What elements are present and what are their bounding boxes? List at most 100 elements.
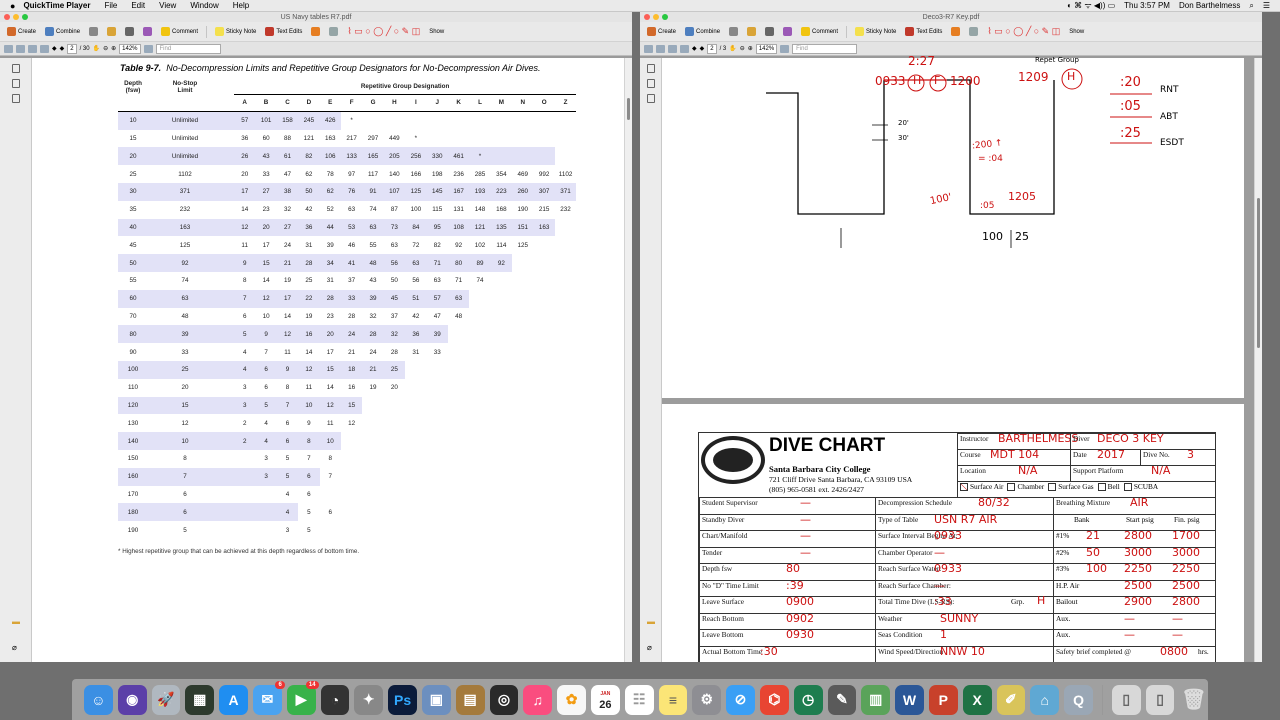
zoom-out-icon[interactable]: ⊖ bbox=[740, 45, 745, 52]
mid-field-5[interactable]: Reach Surface Chamber: — bbox=[875, 579, 1053, 596]
comment-button[interactable]: Comment bbox=[158, 26, 201, 37]
music-icon[interactable]: ♫ bbox=[523, 684, 553, 715]
document-stack-icon[interactable]: ▯ bbox=[1111, 684, 1141, 715]
keynote-icon[interactable]: ⌂ bbox=[1030, 684, 1060, 715]
left-field-4[interactable]: Depth fsw 80 bbox=[699, 562, 875, 580]
text-edits-button[interactable]: Text Edits bbox=[902, 26, 945, 37]
pencil-app-icon[interactable]: ✐ bbox=[996, 684, 1026, 715]
page-number-field[interactable]: 2 bbox=[707, 43, 717, 54]
numbers-icon[interactable]: ▥ bbox=[861, 684, 891, 715]
left-field-8[interactable]: Leave Bottom 0930 bbox=[699, 628, 875, 646]
launchpad-icon[interactable]: 🚀 bbox=[151, 684, 181, 715]
bookmarks-icon[interactable] bbox=[11, 79, 20, 88]
prev-page-icon[interactable]: ◆ bbox=[52, 45, 57, 52]
mid-field-0[interactable]: Decompression Schedule 80/32 bbox=[875, 496, 1053, 514]
open-icon[interactable] bbox=[644, 44, 653, 53]
menubar-user[interactable]: Don Barthelmess bbox=[1179, 1, 1240, 10]
lock-button[interactable] bbox=[104, 26, 119, 37]
email-icon[interactable] bbox=[40, 44, 49, 53]
zoom-field[interactable]: 142% bbox=[755, 43, 778, 54]
dashboard-icon[interactable]: ◔ bbox=[320, 684, 350, 715]
sticky-note-button[interactable]: Sticky Note bbox=[212, 26, 259, 37]
print-icon[interactable] bbox=[16, 44, 25, 53]
support-platform-field[interactable]: Support Platform N/A bbox=[1070, 464, 1216, 481]
zoom-in-icon[interactable]: ⊕ bbox=[748, 45, 753, 52]
signatures-icon[interactable] bbox=[646, 94, 655, 103]
right-scrollbar[interactable] bbox=[1254, 58, 1262, 662]
script-editor-icon[interactable]: ✎ bbox=[827, 684, 857, 715]
comments-icon[interactable]: ▬ bbox=[647, 617, 655, 626]
draw-button[interactable] bbox=[966, 26, 981, 37]
menu-help[interactable]: Help bbox=[233, 1, 249, 10]
safety-brief-field[interactable]: Safety brief completed @0800 hrs. bbox=[1053, 645, 1216, 662]
contacts-icon[interactable]: ▤ bbox=[455, 684, 485, 715]
combine-button[interactable]: Combine bbox=[682, 26, 723, 37]
stamp-button[interactable] bbox=[308, 26, 323, 37]
bookmarks-icon[interactable] bbox=[646, 79, 655, 88]
page-number-field[interactable]: 2 bbox=[67, 43, 77, 54]
bank-row[interactable]: Aux. — — bbox=[1053, 612, 1216, 629]
siri-icon[interactable]: ◉ bbox=[117, 684, 147, 715]
menu-app-name[interactable]: QuickTime Player bbox=[23, 1, 90, 10]
pages-icon[interactable] bbox=[11, 64, 20, 73]
left-document-area[interactable]: Table 9-7. No-Decompression Limits and R… bbox=[32, 58, 632, 662]
bank-row[interactable]: Bailout 2900 2800 bbox=[1053, 595, 1216, 613]
print-icon[interactable] bbox=[656, 44, 665, 53]
bank-row[interactable]: H.P. Air 2500 2500 bbox=[1053, 579, 1216, 596]
find-input[interactable]: Find bbox=[155, 43, 221, 54]
menu-window[interactable]: Window bbox=[190, 1, 218, 10]
time-machine-icon[interactable]: ◷ bbox=[793, 684, 823, 715]
menu-list-icon[interactable]: ☰ bbox=[1263, 1, 1270, 10]
tools-button[interactable] bbox=[726, 26, 741, 37]
left-field-5[interactable]: No "D" Time Limit:39 bbox=[699, 579, 875, 596]
left-field-9[interactable]: Actual Bottom Time:30 bbox=[699, 645, 875, 662]
facetime-icon[interactable]: ▶ 14 bbox=[286, 680, 319, 715]
pen-button[interactable] bbox=[762, 26, 777, 37]
downloads-stack-icon[interactable]: ▯ bbox=[1145, 684, 1175, 715]
excel-icon[interactable]: X bbox=[962, 684, 992, 715]
photos-icon[interactable]: ✿ bbox=[557, 684, 586, 715]
show-button[interactable]: Show bbox=[426, 28, 447, 36]
email-icon[interactable] bbox=[680, 44, 689, 53]
breathing-mixture-field[interactable]: Breathing Mixture AIR bbox=[1053, 496, 1216, 514]
pages-icon[interactable] bbox=[646, 64, 655, 73]
bank-row[interactable]: #1% 21 2800 1700 bbox=[1053, 529, 1216, 547]
find-input[interactable]: Find bbox=[792, 43, 858, 54]
show-button[interactable]: Show bbox=[1066, 28, 1087, 36]
sticky-note-button[interactable]: Sticky Note bbox=[852, 26, 899, 37]
course-field[interactable]: Course MDT 104 bbox=[957, 448, 1070, 465]
create-button[interactable]: Create bbox=[4, 26, 39, 37]
form-button[interactable] bbox=[140, 26, 155, 37]
search-icon[interactable]: ⌕ bbox=[1249, 1, 1253, 11]
mode-option[interactable]: Chamber bbox=[1007, 482, 1044, 492]
left-field-6[interactable]: Leave Surface 0900 bbox=[699, 595, 875, 613]
diver-field[interactable]: Diver DECO 3 KEY bbox=[1070, 432, 1216, 449]
next-page-icon[interactable]: ◆ bbox=[700, 45, 705, 52]
left-field-1[interactable]: Standby Diver — bbox=[699, 513, 875, 530]
calendar-icon[interactable]: JAN 26 bbox=[590, 684, 620, 715]
system-preferences-icon[interactable]: ⚙ bbox=[692, 684, 722, 715]
combine-button[interactable]: Combine bbox=[42, 26, 83, 37]
location-field[interactable]: Location N/A bbox=[957, 464, 1070, 481]
menubar-clock[interactable]: Thu 3:57 PM bbox=[1124, 1, 1170, 10]
mid-field-7[interactable]: Weather SUNNY bbox=[875, 612, 1053, 629]
mode-option[interactable]: Surface Air bbox=[960, 482, 1003, 492]
mode-option[interactable]: Surface Gas bbox=[1048, 482, 1094, 492]
acrobat-icon[interactable]: ⌬ bbox=[759, 684, 789, 715]
tools-button[interactable] bbox=[86, 26, 101, 37]
form-button[interactable] bbox=[780, 26, 795, 37]
next-page-icon[interactable]: ◆ bbox=[60, 45, 65, 52]
comment-button[interactable]: Comment bbox=[798, 26, 841, 37]
reminders-icon[interactable]: ☷ bbox=[624, 684, 654, 715]
preview-icon[interactable]: ✦ bbox=[354, 684, 384, 715]
status-icons[interactable]: ◐ ⌘ ᯤ ◀)) ▭ bbox=[1067, 0, 1115, 11]
bank-row[interactable]: #2% 50 3000 3000 bbox=[1053, 546, 1216, 563]
stamp-button[interactable] bbox=[948, 26, 963, 37]
mid-field-6[interactable]: Total Time Dive (LS-RS)::33 bbox=[875, 595, 1053, 613]
right-document-area[interactable]: Repet Group 2:27 0933 H F 1200 1209 H 20… bbox=[662, 54, 1262, 662]
zoom-field[interactable]: 142% bbox=[119, 43, 141, 54]
finder-icon[interactable]: ☺ bbox=[84, 684, 113, 715]
menu-edit[interactable]: Edit bbox=[131, 1, 145, 10]
instructor-field[interactable]: Instructor BARTHELMESS bbox=[957, 432, 1078, 449]
save-icon[interactable] bbox=[668, 44, 677, 53]
